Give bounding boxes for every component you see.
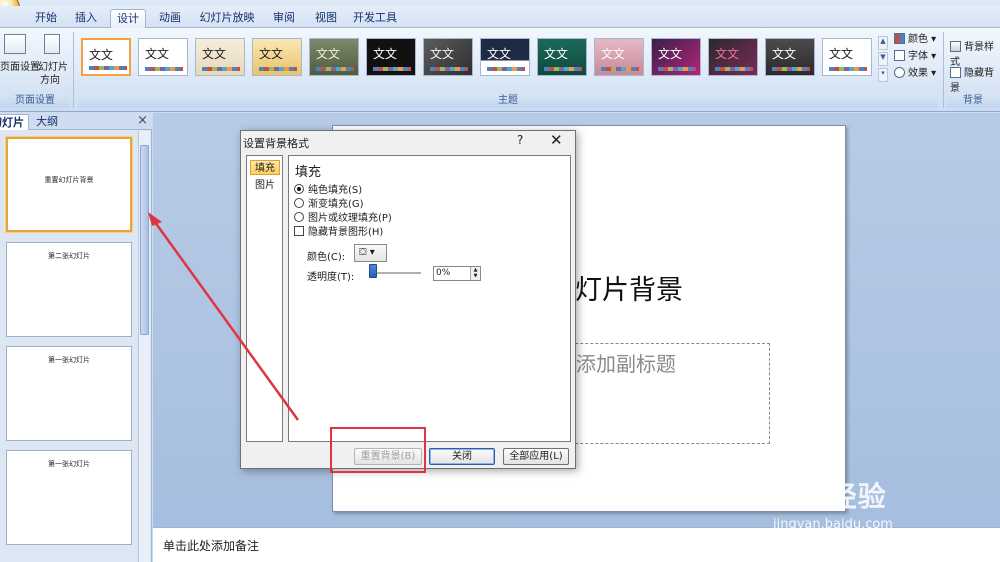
theme-9[interactable]: 文文	[537, 38, 587, 76]
theme-effects-icon	[894, 67, 905, 78]
tab-insert[interactable]: 插入	[68, 9, 104, 28]
gallery-more-icon[interactable]: ▾	[878, 68, 888, 82]
slide-thumbnail-3[interactable]: 第一张幻灯片	[6, 346, 132, 441]
panel-close-icon[interactable]: ×	[137, 113, 148, 128]
tab-design[interactable]: 设计	[110, 9, 146, 28]
ribbon-separator-2	[943, 32, 944, 108]
hide-background-graphics-checkbox[interactable]: 隐藏背景图形(H)	[294, 226, 383, 238]
theme-colors-icon	[894, 33, 905, 44]
radio-icon	[294, 212, 304, 222]
theme-3[interactable]: 文文	[195, 38, 245, 76]
solid-fill-radio[interactable]: 纯色填充(S)	[294, 184, 362, 196]
color-label: 颜色(C):	[307, 252, 346, 263]
gallery-down-arrow-icon[interactable]: ▼	[878, 52, 888, 66]
theme-4[interactable]: 文文	[252, 38, 302, 76]
tab-animation[interactable]: 动画	[152, 9, 188, 28]
slide-thumbnail-4[interactable]: 第一张幻灯片	[6, 450, 132, 545]
page-setup-icon[interactable]	[4, 34, 26, 54]
theme-fonts-icon	[894, 50, 905, 61]
theme-7[interactable]: 文文	[423, 38, 473, 76]
slide-thumbnail-2[interactable]: 第二张幻灯片	[6, 242, 132, 337]
checkbox-icon	[294, 226, 304, 236]
slide-orientation-label-2: 方向	[40, 75, 60, 86]
tab-slideshow[interactable]: 幻灯片放映	[196, 9, 258, 28]
notes-placeholder: 单击此处添加备注	[163, 539, 260, 553]
background-styles-icon	[950, 41, 961, 52]
slide-subtitle-placeholder: 添加副标题	[576, 352, 676, 376]
watermark-url: jingyan.baidu.com	[773, 517, 893, 532]
nav-fill[interactable]: 填充	[250, 160, 280, 175]
theme-5[interactable]: 文文	[309, 38, 359, 76]
theme-fonts-button[interactable]: 字体 ▾	[894, 49, 936, 64]
tab-developer[interactable]: 开发工具	[350, 9, 400, 28]
tab-review[interactable]: 审阅	[266, 9, 302, 28]
hide-background-checkbox[interactable]: 隐藏背景	[950, 66, 1000, 94]
tab-slides[interactable]: 幻灯片	[0, 114, 29, 130]
tab-home[interactable]: 开始	[28, 9, 64, 28]
fill-heading: 填充	[295, 165, 322, 180]
ribbon-separator	[73, 32, 74, 108]
apply-to-all-button[interactable]: 全部应用(L)	[503, 448, 569, 465]
ribbon-tabs: 开始 插入 设计 动画 幻灯片放映 审阅 视图 开发工具	[0, 6, 1000, 28]
transparency-slider-track[interactable]	[371, 272, 421, 274]
panel-tabs: 幻灯片 大纲 ×	[0, 113, 152, 130]
tab-view[interactable]: 视图	[308, 9, 344, 28]
radio-icon	[294, 198, 304, 208]
baidu-watermark: Bai 经验 jingyan.baidu.com	[765, 455, 995, 545]
slide-orientation-icon[interactable]	[44, 34, 60, 54]
close-button[interactable]: 关闭	[429, 448, 495, 465]
fill-settings-panel: 填充 纯色填充(S) 渐变填充(G) 图片或纹理填充(P) 隐藏背景图形(H) …	[288, 155, 571, 442]
paint-bucket-icon: ⛋	[359, 247, 367, 258]
theme-12[interactable]: 文文	[708, 38, 758, 76]
panel-scrollbar[interactable]	[138, 131, 150, 562]
checkbox-icon	[950, 67, 961, 78]
picture-texture-fill-radio[interactable]: 图片或纹理填充(P)	[294, 212, 392, 224]
theme-6[interactable]: 文文	[366, 38, 416, 76]
theme-10[interactable]: 文文	[594, 38, 644, 76]
slide-thumbnail-1[interactable]: 重置幻灯片背景	[6, 137, 132, 232]
themes-group-label: 主题	[78, 94, 938, 108]
scrollbar-thumb[interactable]	[140, 145, 149, 335]
help-icon[interactable]: ?	[517, 133, 523, 147]
theme-colors-button[interactable]: 颜色 ▾	[894, 32, 936, 47]
theme-8[interactable]: 文文	[480, 38, 530, 76]
theme-effects-button[interactable]: 效果 ▾	[894, 66, 936, 81]
transparency-label: 透明度(T):	[307, 272, 355, 283]
dialog-nav: 填充 图片	[246, 155, 283, 442]
theme-14[interactable]: 文文	[822, 38, 872, 76]
spin-arrows-icon[interactable]: ▲ ▼	[470, 267, 480, 280]
dialog-title: 设置背景格式	[243, 137, 309, 150]
background-group-label: 背景	[946, 94, 1000, 108]
nav-picture[interactable]: 图片	[250, 178, 280, 193]
page-setup-group-label: 页面设置	[0, 94, 70, 108]
theme-11[interactable]: 文文	[651, 38, 701, 76]
radio-selected-icon	[294, 184, 304, 194]
color-picker-button[interactable]: ⛋ ▾	[354, 244, 387, 262]
dialog-close-icon[interactable]: ✕	[550, 131, 563, 149]
theme-13[interactable]: 文文	[765, 38, 815, 76]
slide-orientation-button[interactable]: 幻灯片	[38, 62, 68, 74]
format-background-dialog: 设置背景格式 ? ✕ 填充 图片 填充 纯色填充(S) 渐变填充(G) 图片或纹…	[240, 130, 576, 469]
slides-panel: 幻灯片 大纲 × 重置幻灯片背景 第二张幻灯片 第一张幻灯片 第一张幻灯片	[0, 113, 152, 562]
background-styles-button[interactable]: 背景样式	[950, 40, 1000, 68]
watermark-brand: Bai 经验	[765, 480, 887, 513]
slide-title[interactable]: 灯片背景	[575, 268, 683, 307]
highlight-box	[330, 427, 426, 473]
gallery-up-arrow-icon[interactable]: ▲	[878, 36, 888, 50]
theme-office[interactable]: 文文	[81, 38, 131, 76]
tab-outline[interactable]: 大纲	[32, 114, 62, 130]
transparency-slider-thumb[interactable]	[369, 264, 377, 278]
gradient-fill-radio[interactable]: 渐变填充(G)	[294, 198, 364, 210]
transparency-spinbox[interactable]: 0% ▲ ▼	[433, 266, 481, 281]
page-setup-button[interactable]: 页面设置	[0, 62, 40, 74]
ribbon: 页面设置 幻灯片 方向 页面设置 文文 文文 文文 文文 文文 文文 文文 文文…	[0, 28, 1000, 112]
theme-2[interactable]: 文文	[138, 38, 188, 76]
